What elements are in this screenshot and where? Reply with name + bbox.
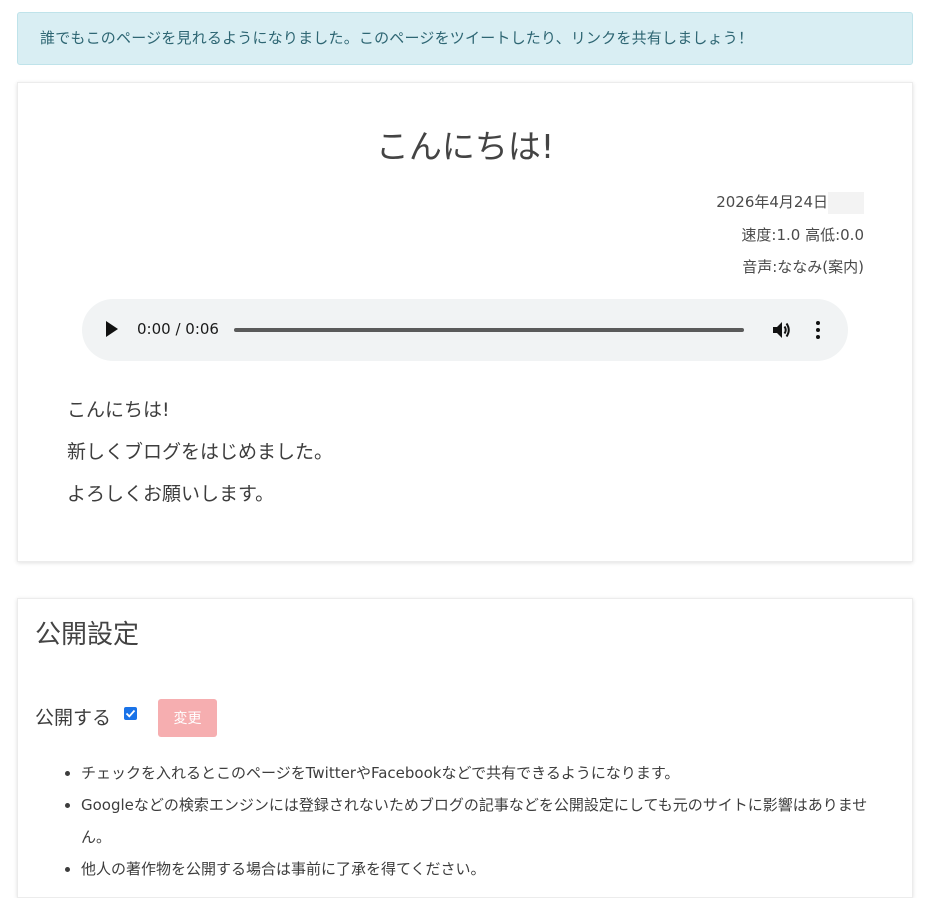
post-date-text: 2026年4月24日 [716,193,828,211]
audio-time: 0:00 / 0:06 [137,320,219,338]
more-options-icon[interactable] [810,319,826,341]
volume-icon[interactable] [770,319,792,341]
audio-seek-bar[interactable] [234,328,744,332]
note-item: 他人の著作物を公開する場合は事前に了承を得てください。 [81,853,896,885]
share-alert: 誰でもこのページを見れるようになりました。このページをツイートしたり、リンクを共… [17,12,913,65]
publish-checkbox[interactable] [124,707,137,720]
redacted-block [828,191,864,214]
post-title: こんにちは! [375,127,555,166]
audio-player: 0:00 / 0:06 [82,299,848,361]
publish-settings-card: 公開設定 公開する 変更 チェックを入れるとこのページをTwitterやFace… [17,598,913,898]
post-body: こんにちは! 新しくブログをはじめました。 よろしくお願いします。 [67,389,333,515]
post-date: 2026年4月24日 [716,191,864,214]
change-button[interactable]: 変更 [158,699,217,737]
note-item: Googleなどの検索エンジンには登録されないためブログの記事などを公開設定にし… [81,789,896,853]
publish-label: 公開する [35,707,112,729]
post-card: こんにちは! 2026年4月24日 速度:1.0 高低:0.0 音声:ななみ(案… [17,82,913,562]
play-icon[interactable] [106,321,118,337]
post-body-line: 新しくブログをはじめました。 [67,441,334,463]
voice-speed-pitch: 速度:1.0 高低:0.0 [741,226,864,244]
post-body-line: こんにちは! [67,399,170,421]
post-body-line: よろしくお願いします。 [67,483,275,505]
voice-name: 音声:ななみ(案内) [742,258,864,276]
settings-title: 公開設定 [35,620,140,650]
note-item: チェックを入れるとこのページをTwitterやFacebookなどで共有できるよ… [81,757,896,789]
settings-notes: チェックを入れるとこのページをTwitterやFacebookなどで共有できるよ… [62,757,896,885]
